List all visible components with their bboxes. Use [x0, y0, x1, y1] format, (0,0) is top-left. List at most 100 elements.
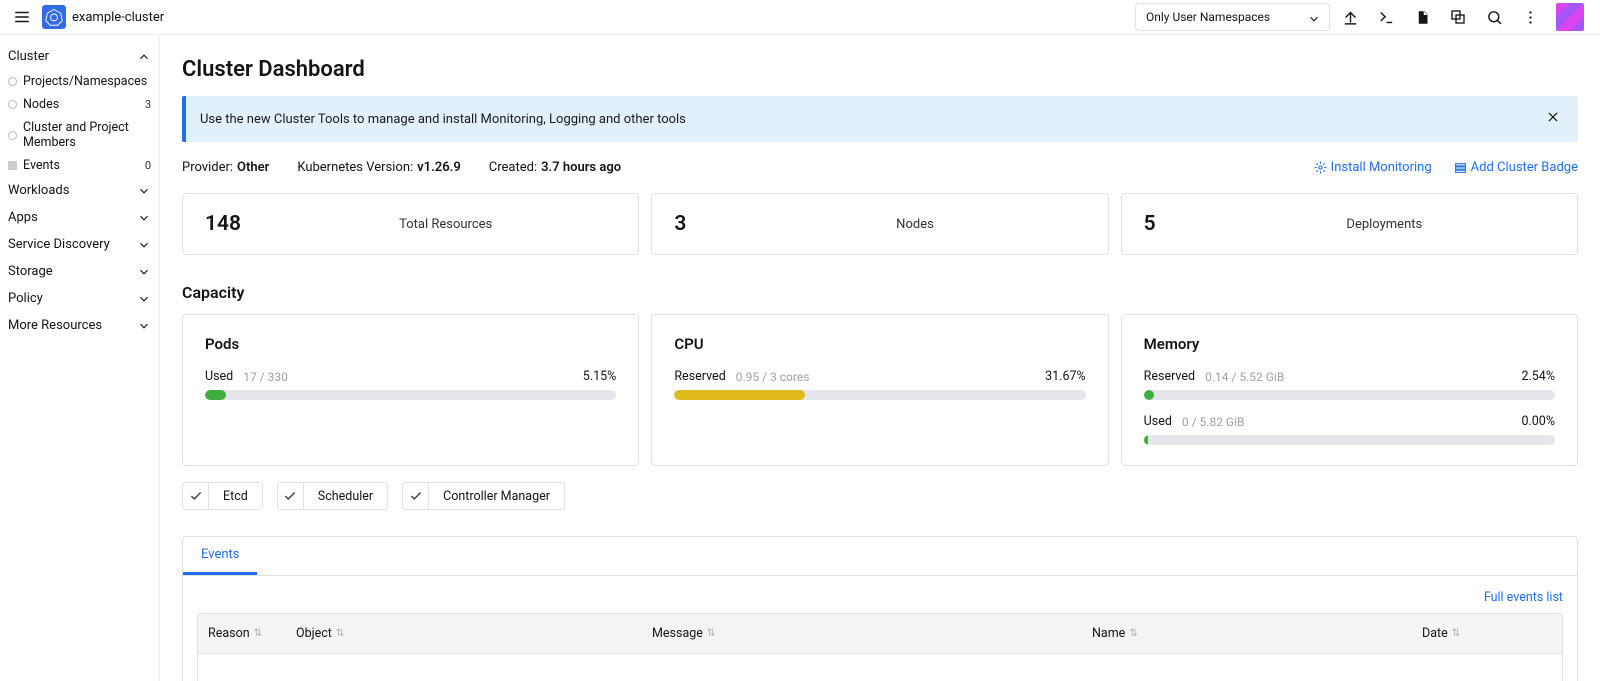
column-header-name[interactable]: Name⇅ — [1082, 614, 1412, 653]
user-avatar[interactable] — [1556, 3, 1584, 31]
namespace-filter-select[interactable]: Only User Namespaces — [1135, 3, 1330, 31]
sort-icon: ⇅ — [1129, 629, 1137, 639]
capacity-metric: Used 0 / 5.82 GiB 0.00% — [1144, 414, 1555, 429]
sidebar-item-count: 0 — [145, 159, 151, 172]
banner-close-button[interactable] — [1542, 106, 1564, 132]
capacity-section-title: Capacity — [182, 283, 1578, 302]
health-chip-etcd[interactable]: Etcd — [182, 482, 263, 510]
metric-percent: 0.00% — [1521, 414, 1555, 429]
sidebar-item-label: Cluster and Project Members — [23, 120, 151, 150]
events-table: Reason⇅ Object⇅ Message⇅ Name⇅ Date⇅ The… — [197, 613, 1563, 681]
sort-icon: ⇅ — [254, 629, 262, 639]
namespace-filter-value: Only User Namespaces — [1146, 10, 1270, 24]
capacity-card-memory: Memory Reserved 0.14 / 5.52 GiB 2.54% Us… — [1121, 314, 1578, 466]
info-banner: Use the new Cluster Tools to manage and … — [182, 96, 1578, 142]
check-icon — [278, 483, 304, 509]
stat-label: Deployments — [1214, 217, 1555, 232]
progress-bar — [1144, 435, 1555, 445]
stat-card-total-resources: 148Total Resources — [182, 193, 639, 255]
progress-bar — [674, 390, 1085, 400]
capacity-cards-row: Pods Used 17 / 330 5.15% CPU Reserved 0.… — [182, 314, 1578, 466]
metric-tag: Used — [1144, 414, 1172, 429]
sidebar-group-workloads[interactable]: Workloads — [0, 177, 159, 204]
health-chip-label: Scheduler — [304, 489, 387, 504]
capacity-card-title: Memory — [1144, 335, 1555, 353]
install-monitoring-link[interactable]: Install Monitoring — [1314, 160, 1432, 175]
banner-text: Use the new Cluster Tools to manage and … — [200, 112, 686, 127]
check-icon — [183, 483, 209, 509]
events-panel: Events Full events list Reason⇅ Object⇅ … — [182, 536, 1578, 681]
metric-tag: Used — [205, 369, 233, 384]
sidebar-group-service-discovery[interactable]: Service Discovery — [0, 231, 159, 258]
sort-icon: ⇅ — [707, 629, 715, 639]
sidebar-item-count: 3 — [145, 98, 151, 111]
kubernetes-logo-icon[interactable] — [42, 5, 66, 29]
sidebar-item-events[interactable]: Events0 — [0, 154, 159, 177]
metric-sub: 0.95 / 3 cores — [736, 370, 810, 384]
metric-percent: 5.15% — [583, 369, 617, 384]
circle-icon — [8, 131, 17, 140]
metric-tag: Reserved — [674, 369, 725, 384]
capacity-metric: Used 17 / 330 5.15% — [205, 369, 616, 384]
sidebar-group-storage[interactable]: Storage — [0, 258, 159, 285]
gear-icon — [1314, 161, 1327, 174]
main-content: Cluster Dashboard Use the new Cluster To… — [160, 35, 1600, 681]
column-header-message[interactable]: Message⇅ — [642, 614, 1082, 653]
created-value: 3.7 hours ago — [541, 160, 621, 175]
capacity-card-pods: Pods Used 17 / 330 5.15% — [182, 314, 639, 466]
empty-table-message: There are no rows to show. — [198, 654, 1562, 681]
health-chips-row: Etcd Scheduler Controller Manager — [182, 482, 1578, 510]
metric-sub: 0 / 5.82 GiB — [1182, 415, 1245, 429]
page-title: Cluster Dashboard — [182, 57, 1578, 82]
capacity-card-cpu: CPU Reserved 0.95 / 3 cores 31.67% — [651, 314, 1108, 466]
upload-icon[interactable] — [1340, 7, 1360, 27]
sidebar-item-label: Projects/Namespaces — [23, 74, 151, 89]
capacity-card-title: CPU — [674, 335, 1085, 353]
chevron-down-icon — [137, 50, 151, 64]
column-header-date[interactable]: Date⇅ — [1412, 614, 1562, 653]
metric-sub: 0.14 / 5.52 GiB — [1205, 370, 1284, 384]
circle-icon — [8, 100, 17, 109]
stat-label: Nodes — [744, 217, 1085, 232]
column-header-object[interactable]: Object⇅ — [286, 614, 642, 653]
health-chip-controller-manager[interactable]: Controller Manager — [402, 482, 565, 510]
sidebar-item-cluster-and-project-members[interactable]: Cluster and Project Members — [0, 116, 159, 154]
chevron-down-icon — [137, 211, 151, 225]
provider-value: Other — [237, 160, 269, 175]
sort-icon: ⇅ — [336, 629, 344, 639]
close-icon — [1546, 110, 1560, 124]
sidebar-item-projects-namespaces[interactable]: Projects/Namespaces — [0, 70, 159, 93]
sidebar-group-apps[interactable]: Apps — [0, 204, 159, 231]
sidebar-item-nodes[interactable]: Nodes3 — [0, 93, 159, 116]
health-chip-label: Controller Manager — [429, 489, 564, 504]
health-chip-label: Etcd — [209, 489, 262, 504]
full-events-list-link[interactable]: Full events list — [1484, 590, 1563, 605]
stat-value: 148 — [205, 212, 275, 236]
copy-icon[interactable] — [1448, 7, 1468, 27]
health-chip-scheduler[interactable]: Scheduler — [277, 482, 388, 510]
circle-icon — [8, 77, 17, 86]
file-icon[interactable] — [1412, 7, 1432, 27]
stat-label: Total Resources — [275, 217, 616, 232]
hamburger-menu-button[interactable] — [8, 3, 36, 31]
tab-events[interactable]: Events — [183, 537, 257, 575]
created-label: Created: — [489, 160, 537, 175]
sidebar-group-cluster[interactable]: Cluster — [0, 43, 159, 70]
stat-card-deployments: 5Deployments — [1121, 193, 1578, 255]
column-header-reason[interactable]: Reason⇅ — [198, 614, 286, 653]
k8s-version-label: Kubernetes Version: — [297, 160, 413, 175]
kebab-menu-icon[interactable] — [1520, 7, 1540, 27]
sort-icon: ⇅ — [1452, 629, 1460, 639]
badge-icon — [1454, 161, 1467, 174]
terminal-icon[interactable] — [1376, 7, 1396, 27]
chevron-down-icon — [137, 265, 151, 279]
top-bar: example-cluster Only User Namespaces — [0, 0, 1600, 35]
metric-percent: 31.67% — [1045, 369, 1086, 384]
sidebar-group-more-resources[interactable]: More Resources — [0, 312, 159, 339]
chevron-down-icon — [137, 184, 151, 198]
add-cluster-badge-link[interactable]: Add Cluster Badge — [1454, 160, 1578, 175]
cluster-name[interactable]: example-cluster — [72, 10, 164, 25]
search-icon[interactable] — [1484, 7, 1504, 27]
metric-sub: 17 / 330 — [243, 370, 288, 384]
sidebar-group-policy[interactable]: Policy — [0, 285, 159, 312]
